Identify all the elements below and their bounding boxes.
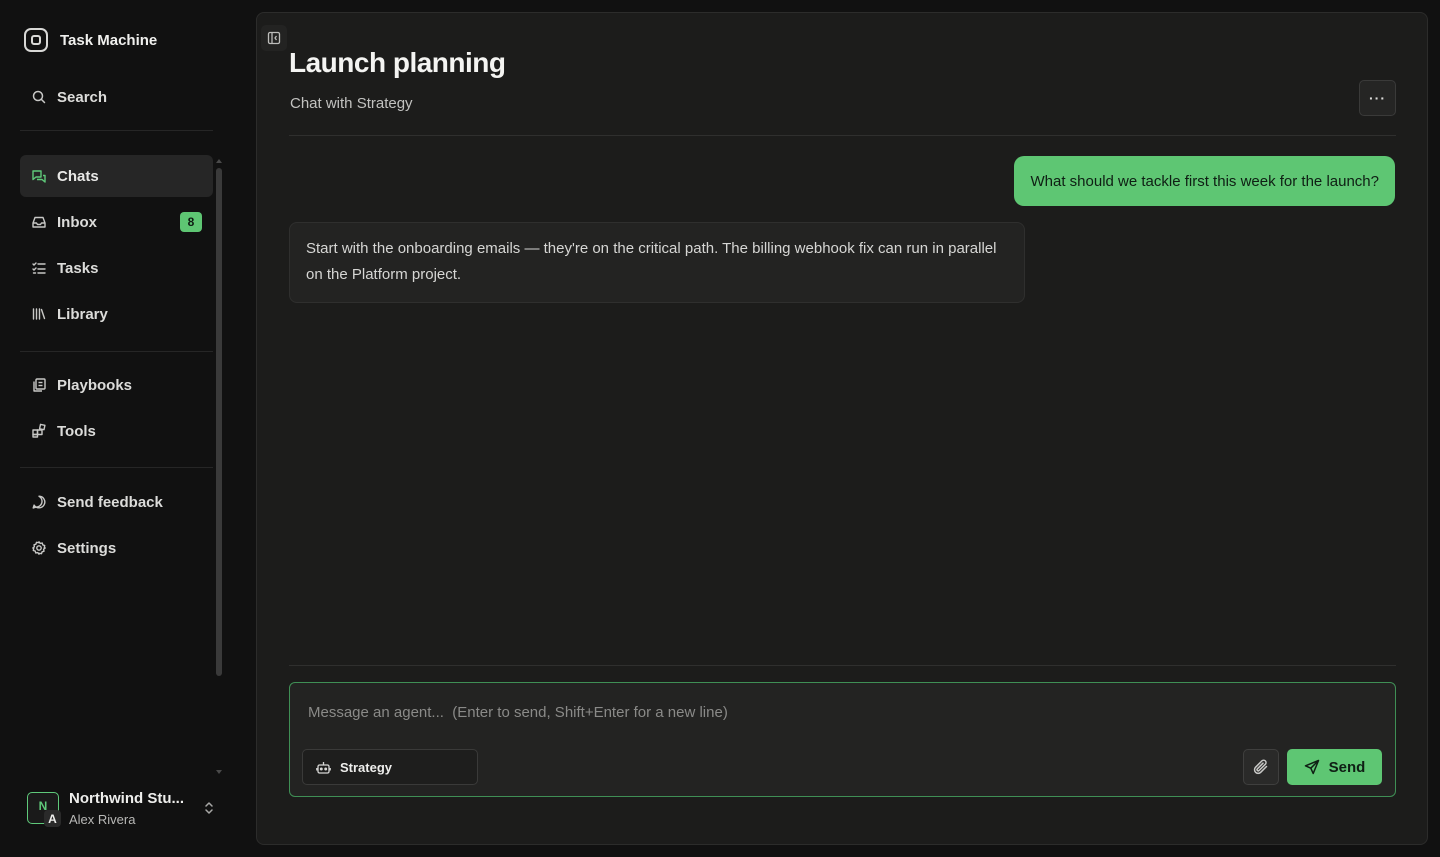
library-icon: [32, 308, 46, 320]
chat-bubbles-icon: [32, 170, 46, 183]
sidebar-collapse-icon: [267, 31, 281, 45]
user-avatar: A: [44, 810, 61, 827]
sidebar-toggle-button[interactable]: [261, 25, 287, 51]
send-button[interactable]: Send: [1287, 749, 1382, 785]
chat-panel: Launch planning Chat with Strategy ··· W…: [256, 12, 1428, 845]
more-options-button[interactable]: ···: [1359, 80, 1396, 116]
playbooks-icon: [33, 378, 46, 392]
user-message: What should we tackle first this week fo…: [1014, 156, 1395, 206]
workspace-name: Northwind Stu...: [69, 790, 184, 807]
composer-divider: [289, 665, 1396, 666]
search-button[interactable]: Search: [20, 76, 213, 118]
sidebar-item-tools[interactable]: Tools: [20, 410, 213, 452]
settings-button[interactable]: Settings: [20, 527, 213, 569]
robot-icon: [316, 761, 331, 774]
send-button-label: Send: [1328, 758, 1366, 776]
scroll-down-arrow-icon[interactable]: [215, 769, 223, 775]
tasks-list-icon: [32, 262, 46, 274]
sidebar-divider: [20, 130, 213, 131]
agent-selector-label: Strategy: [340, 759, 393, 775]
scroll-up-arrow-icon[interactable]: [215, 158, 223, 164]
sidebar-item-label: Tools: [57, 422, 96, 440]
sidebar-item-tasks[interactable]: Tasks: [20, 247, 213, 289]
inbox-count-badge: 8: [180, 212, 202, 232]
agent-message: Start with the onboarding emails — they'…: [289, 222, 1025, 303]
paperclip-icon: [1253, 759, 1268, 775]
header-divider: [289, 135, 1396, 136]
send-feedback-label: Send feedback: [57, 493, 163, 511]
feedback-bubble-icon: [32, 495, 46, 509]
settings-label: Settings: [57, 539, 117, 557]
send-feedback-button[interactable]: Send feedback: [20, 481, 213, 523]
sidebar-item-label: Chats: [57, 167, 99, 185]
agent-selector[interactable]: Strategy: [302, 749, 478, 785]
sidebar: Task Machine Search Chats Inbox 8 Tasks …: [0, 0, 240, 857]
search-icon: [32, 90, 46, 104]
inbox-icon: [32, 216, 46, 228]
sidebar-divider: [20, 351, 213, 352]
chevron-up-down-icon: [205, 802, 213, 814]
user-name: Alex Rivera: [69, 812, 136, 827]
sidebar-item-chats[interactable]: Chats: [20, 155, 213, 197]
sidebar-item-inbox[interactable]: Inbox 8: [20, 201, 213, 243]
send-plane-icon: [1304, 759, 1319, 775]
sidebar-item-label: Playbooks: [57, 376, 133, 394]
message-composer: Strategy Send: [289, 682, 1396, 797]
brand[interactable]: Task Machine: [24, 28, 157, 52]
sidebar-item-library[interactable]: Library: [20, 293, 213, 335]
attach-file-button[interactable]: [1243, 749, 1279, 785]
sidebar-scrollbar[interactable]: [216, 168, 222, 676]
page-subtitle: Chat with Strategy: [290, 95, 413, 112]
app-name: Task Machine: [60, 31, 158, 49]
page-title: Launch planning: [289, 47, 506, 78]
sidebar-item-label: Library: [57, 305, 108, 323]
tools-blocks-icon: [32, 423, 46, 438]
sidebar-divider: [20, 467, 213, 468]
workspace-switcher[interactable]: N A Northwind Stu... Alex Rivera: [20, 784, 224, 834]
sidebar-item-label: Tasks: [57, 259, 99, 277]
app-logo-icon: [24, 28, 48, 52]
search-label: Search: [57, 88, 108, 106]
message-input[interactable]: [290, 683, 1395, 741]
sidebar-item-playbooks[interactable]: Playbooks: [20, 364, 213, 406]
sidebar-item-label: Inbox: [57, 213, 97, 231]
gear-icon: [32, 541, 46, 555]
